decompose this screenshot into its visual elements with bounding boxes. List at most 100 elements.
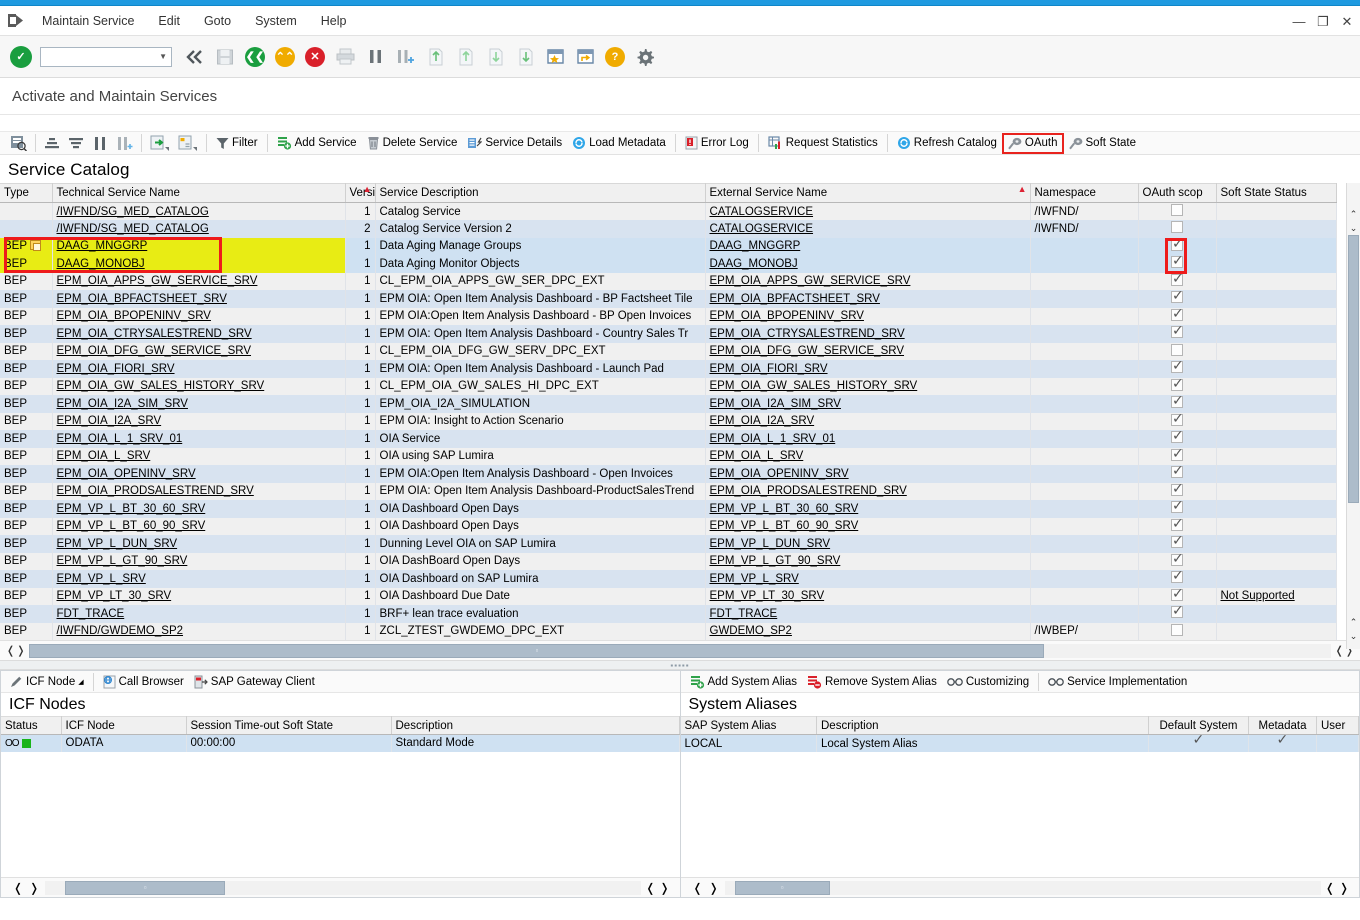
layout-settings-icon-button[interactable] bbox=[6, 133, 31, 154]
cell-technical-service-name[interactable]: EPM_VP_L_BT_60_90_SRV bbox=[52, 518, 345, 536]
alias-column-user[interactable]: User bbox=[1317, 717, 1359, 735]
oauth-checkbox[interactable] bbox=[1171, 466, 1183, 478]
cell-technical-service-name[interactable]: EPM_OIA_APPS_GW_SERVICE_SRV bbox=[52, 273, 345, 291]
external-service-link[interactable]: EPM_OIA_OPENINV_SRV bbox=[710, 468, 849, 480]
oauth-checkbox[interactable] bbox=[1171, 484, 1183, 496]
cell-oauth-scope[interactable] bbox=[1138, 378, 1216, 396]
technical-service-link[interactable]: EPM_OIA_FIORI_SRV bbox=[57, 363, 175, 375]
alias-column-sap-system-alias[interactable]: SAP System Alias bbox=[681, 717, 817, 735]
back-double-icon[interactable] bbox=[182, 44, 208, 70]
cell-external-service-name[interactable]: EPM_VP_LT_30_SRV bbox=[705, 588, 1030, 606]
cell-external-service-name[interactable]: DAAG_MNGGRP bbox=[705, 238, 1030, 256]
cell-external-service-name[interactable]: CATALOGSERVICE bbox=[705, 220, 1030, 238]
prev-page-icon[interactable] bbox=[452, 44, 478, 70]
cell-oauth-scope[interactable] bbox=[1138, 430, 1216, 448]
external-service-link[interactable]: EPM_OIA_BPOPENINV_SRV bbox=[710, 310, 864, 322]
oauth-checkbox[interactable] bbox=[1171, 221, 1183, 233]
cell-technical-service-name[interactable]: EPM_OIA_FIORI_SRV bbox=[52, 360, 345, 378]
error-log-button[interactable]: Error Log bbox=[680, 133, 754, 154]
cell-external-service-name[interactable]: GWDEMO_SP2 bbox=[705, 623, 1030, 641]
table-row[interactable]: BEPEPM_OIA_PRODSALESTREND_SRV1EPM OIA: O… bbox=[0, 483, 1336, 501]
column-header-type[interactable]: Type bbox=[0, 184, 52, 203]
scroll-down-top-button[interactable]: ⌄ bbox=[1347, 221, 1360, 235]
external-service-link[interactable]: EPM_VP_L_DUN_SRV bbox=[710, 538, 831, 550]
external-service-link[interactable]: DAAG_MNGGRP bbox=[710, 240, 801, 252]
cell-technical-service-name[interactable]: EPM_VP_LT_30_SRV bbox=[52, 588, 345, 606]
service-details-button[interactable]: Service Details bbox=[462, 133, 567, 154]
hscroll-track[interactable]: ▫ bbox=[29, 644, 1330, 658]
pane-splitter[interactable]: ▪▪▪▪▪ bbox=[0, 660, 1360, 670]
oauth-checkbox[interactable] bbox=[1171, 291, 1183, 303]
first-page-icon[interactable] bbox=[422, 44, 448, 70]
sort-ascending-icon-button[interactable] bbox=[40, 133, 64, 154]
table-row[interactable]: BEPEPM_OIA_BPFACTSHEET_SRV1EPM OIA: Open… bbox=[0, 290, 1336, 308]
find-next-icon[interactable] bbox=[392, 44, 418, 70]
cell-technical-service-name[interactable]: DAAG_MNGGRP bbox=[52, 238, 345, 256]
cell-external-service-name[interactable]: EPM_OIA_I2A_SRV bbox=[705, 413, 1030, 431]
external-service-link[interactable]: EPM_VP_L_GT_90_SRV bbox=[710, 555, 841, 567]
cell-external-service-name[interactable]: EPM_VP_L_BT_30_60_SRV bbox=[705, 500, 1030, 518]
oauth-checkbox[interactable] bbox=[1171, 431, 1183, 443]
find-icon[interactable] bbox=[362, 44, 388, 70]
sort-descending-icon-button[interactable] bbox=[64, 133, 88, 154]
cell-external-service-name[interactable]: FDT_TRACE bbox=[705, 605, 1030, 623]
hscroll-prev-icon[interactable]: ❬ bbox=[6, 644, 15, 657]
oauth-checkbox[interactable] bbox=[1171, 361, 1183, 373]
command-field[interactable]: ▼ bbox=[40, 47, 172, 67]
alias-hscroll-thumb[interactable]: ▫ bbox=[735, 881, 830, 895]
icf-column-node[interactable]: ICF Node bbox=[61, 717, 186, 735]
menu-help[interactable]: Help bbox=[309, 12, 359, 30]
cell-external-service-name[interactable]: EPM_VP_L_GT_90_SRV bbox=[705, 553, 1030, 571]
technical-service-link[interactable]: /IWFND/SG_MED_CATALOG bbox=[57, 223, 209, 235]
cell-external-service-name[interactable]: EPM_VP_L_SRV bbox=[705, 570, 1030, 588]
technical-service-link[interactable]: EPM_OIA_OPENINV_SRV bbox=[57, 468, 196, 480]
oauth-checkbox[interactable] bbox=[1171, 396, 1183, 408]
alias-horizontal-scrollbar[interactable]: ❬ ❭ ▫ ❬ ❭ bbox=[681, 877, 1360, 897]
external-service-link[interactable]: EPM_OIA_PRODSALESTREND_SRV bbox=[710, 485, 907, 497]
table-row[interactable]: BEPEPM_VP_LT_30_SRV1OIA Dashboard Due Da… bbox=[0, 588, 1336, 606]
save-icon[interactable] bbox=[212, 44, 238, 70]
open-session-icon[interactable] bbox=[572, 44, 598, 70]
technical-service-link[interactable]: EPM_VP_L_BT_60_90_SRV bbox=[57, 520, 206, 532]
copy-icon[interactable] bbox=[30, 240, 41, 250]
technical-service-link[interactable]: EPM_OIA_BPOPENINV_SRV bbox=[57, 310, 211, 322]
cell-external-service-name[interactable]: CATALOGSERVICE bbox=[705, 203, 1030, 221]
external-service-link[interactable]: EPM_OIA_I2A_SRV bbox=[710, 415, 815, 427]
hscroll-prev-icon-right[interactable]: ❬ bbox=[1335, 644, 1344, 657]
icf-column-description[interactable]: Description bbox=[391, 717, 679, 735]
cell-technical-service-name[interactable]: EPM_OIA_OPENINV_SRV bbox=[52, 465, 345, 483]
table-row[interactable]: BEPEPM_VP_L_BT_30_60_SRV1OIA Dashboard O… bbox=[0, 500, 1336, 518]
table-row[interactable]: BEPEPM_OIA_FIORI_SRV1EPM OIA: Open Item … bbox=[0, 360, 1336, 378]
table-row[interactable]: BEPEPM_OIA_CTRYSALESTREND_SRV1EPM OIA: O… bbox=[0, 325, 1336, 343]
oauth-checkbox[interactable] bbox=[1171, 344, 1183, 356]
table-row[interactable]: BEPEPM_OIA_I2A_SIM_SRV1EPM_OIA_I2A_SIMUL… bbox=[0, 395, 1336, 413]
external-service-link[interactable]: EPM_OIA_GW_SALES_HISTORY_SRV bbox=[710, 380, 918, 392]
cell-oauth-scope[interactable] bbox=[1138, 308, 1216, 326]
external-service-link[interactable]: CATALOGSERVICE bbox=[710, 223, 814, 235]
cell-technical-service-name[interactable]: /IWFND/SG_MED_CATALOG bbox=[52, 220, 345, 238]
external-service-link[interactable]: EPM_OIA_CTRYSALESTREND_SRV bbox=[710, 328, 905, 340]
cell-oauth-scope[interactable] bbox=[1138, 465, 1216, 483]
cell-oauth-scope[interactable] bbox=[1138, 623, 1216, 641]
cell-external-service-name[interactable]: EPM_VP_L_BT_60_90_SRV bbox=[705, 518, 1030, 536]
technical-service-link[interactable]: DAAG_MNGGRP bbox=[57, 240, 148, 252]
external-service-link[interactable]: EPM_VP_L_BT_60_90_SRV bbox=[710, 520, 859, 532]
refresh-catalog-button[interactable]: Refresh Catalog bbox=[892, 133, 1002, 154]
last-page-icon[interactable] bbox=[512, 44, 538, 70]
cell-oauth-scope[interactable] bbox=[1138, 518, 1216, 536]
technical-service-link[interactable]: EPM_VP_L_GT_90_SRV bbox=[57, 555, 188, 567]
table-row[interactable]: BEPEPM_OIA_L_1_SRV_011OIA ServiceEPM_OIA… bbox=[0, 430, 1336, 448]
oauth-checkbox[interactable] bbox=[1171, 624, 1183, 636]
cell-technical-service-name[interactable]: EPM_VP_L_GT_90_SRV bbox=[52, 553, 345, 571]
icf-horizontal-scrollbar[interactable]: ❬ ❭ ▫ ❬ ❭ bbox=[1, 877, 680, 897]
cell-technical-service-name[interactable]: EPM_VP_L_BT_30_60_SRV bbox=[52, 500, 345, 518]
cell-oauth-scope[interactable] bbox=[1138, 448, 1216, 466]
external-service-link[interactable]: FDT_TRACE bbox=[710, 608, 778, 620]
oauth-checkbox[interactable] bbox=[1171, 519, 1183, 531]
cell-technical-service-name[interactable]: EPM_OIA_I2A_SRV bbox=[52, 413, 345, 431]
oauth-checkbox[interactable] bbox=[1171, 274, 1183, 286]
cancel-icon[interactable]: ✕ bbox=[302, 44, 328, 70]
cell-external-service-name[interactable]: EPM_OIA_FIORI_SRV bbox=[705, 360, 1030, 378]
cell-oauth-scope[interactable] bbox=[1138, 535, 1216, 553]
cell-external-service-name[interactable]: EPM_OIA_BPOPENINV_SRV bbox=[705, 308, 1030, 326]
